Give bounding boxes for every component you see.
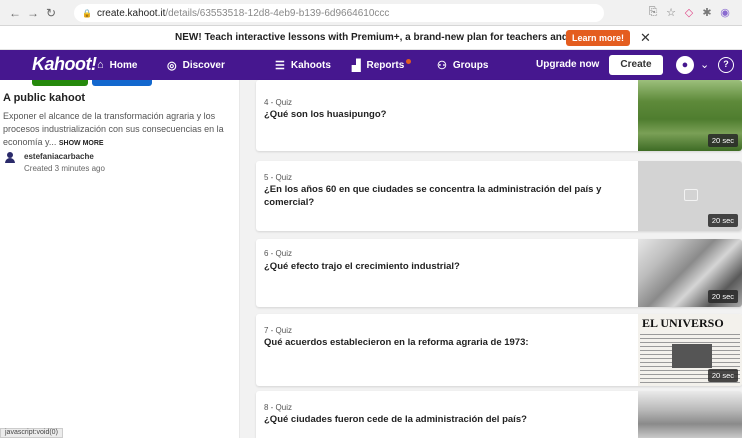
promo-banner: NEW! Teach interactive lessons with Prem…: [0, 26, 742, 50]
nav-home[interactable]: ⌂ Home: [97, 59, 137, 71]
puzzle-icon[interactable]: ✱: [700, 6, 714, 19]
notification-dot: [406, 59, 412, 64]
close-icon[interactable]: ✕: [640, 30, 651, 46]
question-image-placeholder: 20 sec: [638, 161, 742, 231]
status-bar-url: javascript:void(0): [0, 428, 63, 438]
question-type: 6 - Quiz: [264, 249, 293, 258]
author-name[interactable]: estefaniacarbache: [24, 152, 94, 161]
time-limit-badge: 20 sec: [707, 369, 738, 382]
promo-text: NEW! Teach interactive lessons with Prem…: [175, 32, 612, 43]
start-button[interactable]: [32, 80, 88, 86]
back-icon[interactable]: ←: [6, 6, 24, 20]
question-image: 20 sec: [638, 239, 742, 307]
url-host: create.kahoot.it: [96, 7, 166, 19]
extension-icon[interactable]: ◇: [682, 6, 696, 19]
time-limit-badge: 20 sec: [707, 290, 738, 303]
created-time: Created 3 minutes ago: [24, 164, 105, 173]
star-icon[interactable]: ☆: [664, 6, 678, 19]
nav-discover-label: Discover: [182, 60, 225, 71]
question-card[interactable]: 6 - Quiz ¿Qué efecto trajo el crecimient…: [256, 239, 742, 307]
user-avatar-icon[interactable]: ●: [676, 56, 694, 74]
question-text: ¿En los años 60 en que ciudades se conce…: [264, 184, 602, 208]
home-icon: ⌂: [97, 59, 104, 71]
nav-groups-label: Groups: [452, 60, 489, 71]
newspaper-photo: [672, 344, 712, 368]
nav-kahoots-label: Kahoots: [290, 60, 331, 71]
kahoot-info-panel: A public kahoot Exponer el alcance de la…: [0, 80, 240, 438]
groups-icon: ⚇: [437, 60, 447, 72]
upgrade-now-link[interactable]: Upgrade now: [536, 59, 599, 70]
address-bar[interactable]: 🔒 create.kahoot.it/details/63553518-12d8…: [74, 4, 604, 22]
description-text: Exponer el alcance de la transformación …: [3, 111, 224, 147]
url-path: /details/63553518-12d8-4eb9-b139-6d96646…: [165, 7, 390, 19]
question-text: ¿Qué son los huasipungo?: [264, 109, 387, 120]
compass-icon: ◎: [167, 60, 177, 72]
time-limit-badge: 20 sec: [707, 214, 738, 227]
question-card[interactable]: 8 - Quiz ¿Qué ciudades fueron cede de la…: [256, 391, 742, 438]
help-icon[interactable]: ?: [718, 57, 734, 73]
question-type: 5 - Quiz: [264, 173, 293, 182]
nav-reports[interactable]: ▟ Reports: [352, 59, 412, 72]
kahoot-logo[interactable]: Kahoot!: [32, 54, 97, 75]
nav-kahoots[interactable]: ☰ Kahoots: [275, 59, 331, 72]
question-text: ¿Qué ciudades fueron cede de la administ…: [264, 414, 527, 425]
question-type: 4 - Quiz: [264, 98, 293, 107]
question-type: 7 - Quiz: [264, 326, 293, 335]
bar-chart-icon: ▟: [352, 60, 361, 72]
list-icon: ☰: [275, 60, 285, 72]
question-card[interactable]: 4 - Quiz ¿Qué son los huasipungo? 20 sec: [256, 80, 742, 151]
kahoot-description: Exponer el alcance de la transformación …: [3, 110, 235, 150]
newspaper-header: EL UNIVERSO: [642, 316, 724, 330]
question-image: [638, 391, 742, 438]
chevron-down-icon[interactable]: ⌄: [700, 58, 709, 71]
user-icon: [5, 152, 15, 164]
nav-reports-label: Reports: [366, 60, 405, 71]
image-placeholder-icon: [684, 189, 698, 201]
nav-groups[interactable]: ⚇ Groups: [437, 59, 488, 72]
nav-discover[interactable]: ◎ Discover: [167, 59, 225, 72]
lock-icon: 🔒: [82, 8, 92, 18]
question-image: 20 sec: [638, 80, 742, 151]
nav-home-label: Home: [109, 59, 138, 71]
translate-icon[interactable]: ⎘: [646, 6, 660, 19]
create-button[interactable]: Create: [609, 55, 663, 75]
main-navigation: Kahoot! ⌂ Home ◎ Discover ☰ Kahoots ▟ Report…: [0, 50, 742, 80]
reload-icon[interactable]: ↻: [42, 6, 60, 20]
time-limit-badge: 20 sec: [707, 134, 738, 147]
question-image: EL UNIVERSO 20 sec: [638, 314, 742, 386]
question-card[interactable]: 7 - Quiz Qué acuerdos establecieron en l…: [256, 314, 742, 386]
assign-button[interactable]: [92, 80, 152, 86]
question-card[interactable]: 5 - Quiz ¿En los años 60 en que ciudades…: [256, 161, 742, 231]
show-more-link[interactable]: SHOW MORE: [59, 140, 104, 147]
question-text: ¿Qué efecto trajo el crecimiento industr…: [264, 261, 460, 272]
question-text: Qué acuerdos establecieron en la reforma…: [264, 337, 529, 348]
kahoot-title: A public kahoot: [3, 92, 86, 104]
question-type: 8 - Quiz: [264, 403, 293, 412]
forward-icon[interactable]: →: [24, 6, 42, 20]
profile-icon[interactable]: ◉: [718, 6, 732, 19]
learn-more-button[interactable]: Learn more!: [566, 30, 631, 46]
